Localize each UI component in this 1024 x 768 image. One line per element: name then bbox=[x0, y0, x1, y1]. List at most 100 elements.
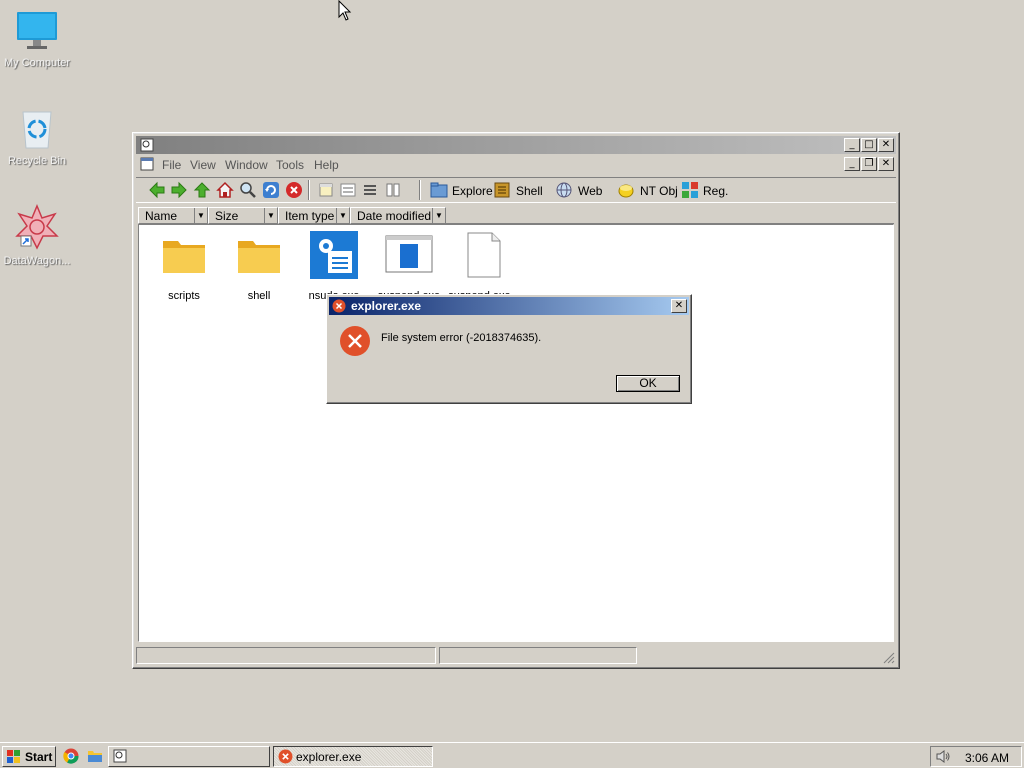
error-dialog[interactable]: explorer.exe ✕ File system error (-20183… bbox=[326, 294, 692, 404]
desktop-icon-my-computer[interactable]: My Computer bbox=[1, 10, 73, 69]
computer-icon bbox=[17, 12, 57, 49]
web-label[interactable]: Web bbox=[578, 184, 602, 198]
file-name: shell bbox=[247, 290, 271, 302]
file-item-suspend-2[interactable]: suspend.exe... bbox=[446, 231, 522, 302]
column-header: Name ▼ Size ▼ Item type ▼ Date modified ▼ bbox=[138, 207, 894, 224]
status-pane-2 bbox=[439, 647, 637, 664]
registry-icon[interactable] bbox=[681, 181, 699, 199]
file-list[interactable]: scripts shell nsudo.exe suspend.exe susp… bbox=[138, 224, 894, 642]
explore-label[interactable]: Explore bbox=[452, 184, 493, 198]
nt-object-icon[interactable] bbox=[617, 181, 635, 199]
chrome-icon[interactable] bbox=[63, 748, 79, 764]
desktop-icon-label: DataWagon... bbox=[3, 255, 71, 267]
task-label: explorer.exe bbox=[296, 750, 362, 764]
start-label: Start bbox=[25, 750, 53, 764]
taskbar: Start explorer.exe 3:06 AM bbox=[0, 742, 1024, 768]
file-manager-icon[interactable] bbox=[87, 748, 103, 764]
home-icon[interactable] bbox=[216, 181, 234, 199]
desktop-icon-datawagon[interactable]: DataWagon... bbox=[1, 204, 73, 267]
maximize-button[interactable]: □ bbox=[861, 138, 877, 152]
status-bar bbox=[136, 645, 896, 665]
window-app-icon bbox=[113, 749, 127, 763]
column-date-modified-label: Date modified bbox=[357, 209, 432, 223]
chevron-down-icon[interactable]: ▼ bbox=[194, 208, 207, 223]
search-icon[interactable] bbox=[239, 181, 257, 199]
file-item-nsudo[interactable]: nsudo.exe bbox=[296, 231, 372, 302]
column-item-type[interactable]: Item type ▼ bbox=[278, 207, 350, 224]
column-item-type-label: Item type bbox=[285, 209, 335, 223]
refresh-icon[interactable] bbox=[262, 181, 280, 199]
toolbar-separator bbox=[308, 180, 310, 200]
desktop-icon-label: Recycle Bin bbox=[7, 155, 67, 167]
desktop-icon-recycle-bin[interactable]: Recycle Bin bbox=[1, 108, 73, 167]
blank-file-icon bbox=[467, 232, 501, 278]
web-globe-icon[interactable] bbox=[555, 181, 573, 199]
menu-view[interactable]: View bbox=[190, 158, 216, 172]
view-list-icon[interactable] bbox=[361, 181, 379, 199]
shell-label[interactable]: Shell bbox=[516, 184, 543, 198]
desktop-icon-label: My Computer bbox=[3, 57, 71, 69]
mdi-child-icon bbox=[140, 157, 154, 171]
child-minimize-button[interactable]: _ bbox=[844, 157, 860, 171]
dialog-titlebar[interactable]: explorer.exe ✕ bbox=[329, 297, 689, 315]
view-small-icons-icon[interactable] bbox=[339, 181, 357, 199]
file-item-suspend[interactable]: suspend.exe bbox=[371, 231, 447, 302]
reg-label[interactable]: Reg. bbox=[703, 184, 728, 198]
menu-tools[interactable]: Tools bbox=[276, 158, 304, 172]
menu-file[interactable]: File bbox=[162, 158, 181, 172]
column-size[interactable]: Size ▼ bbox=[208, 207, 278, 224]
start-button[interactable]: Start bbox=[2, 746, 56, 767]
error-small-icon bbox=[332, 299, 346, 313]
folder-icon bbox=[163, 241, 205, 273]
status-pane-1 bbox=[136, 647, 436, 664]
back-arrow-icon[interactable] bbox=[148, 181, 166, 199]
taskbar-task-explorer-exe[interactable]: explorer.exe bbox=[273, 746, 433, 767]
explore-icon[interactable] bbox=[430, 181, 448, 199]
resize-grip-icon[interactable] bbox=[883, 652, 895, 664]
column-name[interactable]: Name ▼ bbox=[138, 207, 208, 224]
ok-button[interactable]: OK bbox=[616, 375, 680, 392]
folder-icon bbox=[238, 241, 280, 273]
menu-help[interactable]: Help bbox=[314, 158, 339, 172]
dialog-message: File system error (-2018374635). bbox=[381, 332, 542, 344]
child-close-button[interactable]: ✕ bbox=[878, 157, 894, 171]
column-name-label: Name bbox=[145, 209, 178, 223]
file-item-scripts[interactable]: scripts bbox=[146, 231, 222, 302]
system-tray: 3:06 AM bbox=[930, 746, 1022, 767]
dialog-title: explorer.exe bbox=[351, 299, 422, 313]
menu-bar: File View Window Tools Help _ ❐ ✕ bbox=[136, 155, 896, 174]
taskbar-task-explorer-window[interactable] bbox=[108, 746, 270, 767]
toolbar-separator bbox=[419, 180, 421, 200]
window-app-icon bbox=[140, 138, 154, 152]
windows-logo-icon bbox=[7, 750, 20, 763]
window-app-icon bbox=[385, 235, 433, 273]
view-large-icons-icon[interactable] bbox=[317, 181, 335, 199]
chevron-down-icon[interactable]: ▼ bbox=[264, 208, 277, 223]
nt-obj-label[interactable]: NT Obj bbox=[640, 184, 678, 198]
chevron-down-icon[interactable]: ▼ bbox=[432, 208, 445, 223]
chevron-down-icon[interactable]: ▼ bbox=[336, 208, 349, 223]
mouse-cursor-icon bbox=[338, 0, 352, 21]
up-arrow-icon[interactable] bbox=[193, 181, 211, 199]
column-size-label: Size bbox=[215, 209, 239, 223]
clock[interactable]: 3:06 AM bbox=[965, 751, 1009, 765]
menu-window[interactable]: Window bbox=[225, 158, 268, 172]
shell-icon[interactable] bbox=[493, 181, 511, 199]
forward-arrow-icon[interactable] bbox=[170, 181, 188, 199]
minimize-button[interactable]: _ bbox=[844, 138, 860, 152]
close-button[interactable]: ✕ bbox=[878, 138, 894, 152]
error-small-icon bbox=[278, 749, 293, 764]
file-name: scripts bbox=[168, 290, 200, 302]
settings-app-icon bbox=[310, 231, 358, 279]
stop-icon[interactable] bbox=[285, 181, 303, 199]
dialog-close-button[interactable]: ✕ bbox=[671, 299, 687, 313]
column-date-modified[interactable]: Date modified ▼ bbox=[350, 207, 446, 224]
speaker-icon[interactable] bbox=[935, 749, 951, 764]
view-details-icon[interactable] bbox=[384, 181, 402, 199]
recycle-bin-icon bbox=[22, 111, 52, 149]
toolbar: Explore Shell Web NT Obj Reg. bbox=[136, 177, 896, 203]
window-titlebar[interactable]: _ □ ✕ bbox=[136, 136, 896, 154]
child-restore-button[interactable]: ❐ bbox=[861, 157, 877, 171]
file-item-shell[interactable]: shell bbox=[221, 231, 297, 302]
error-icon bbox=[340, 326, 370, 356]
